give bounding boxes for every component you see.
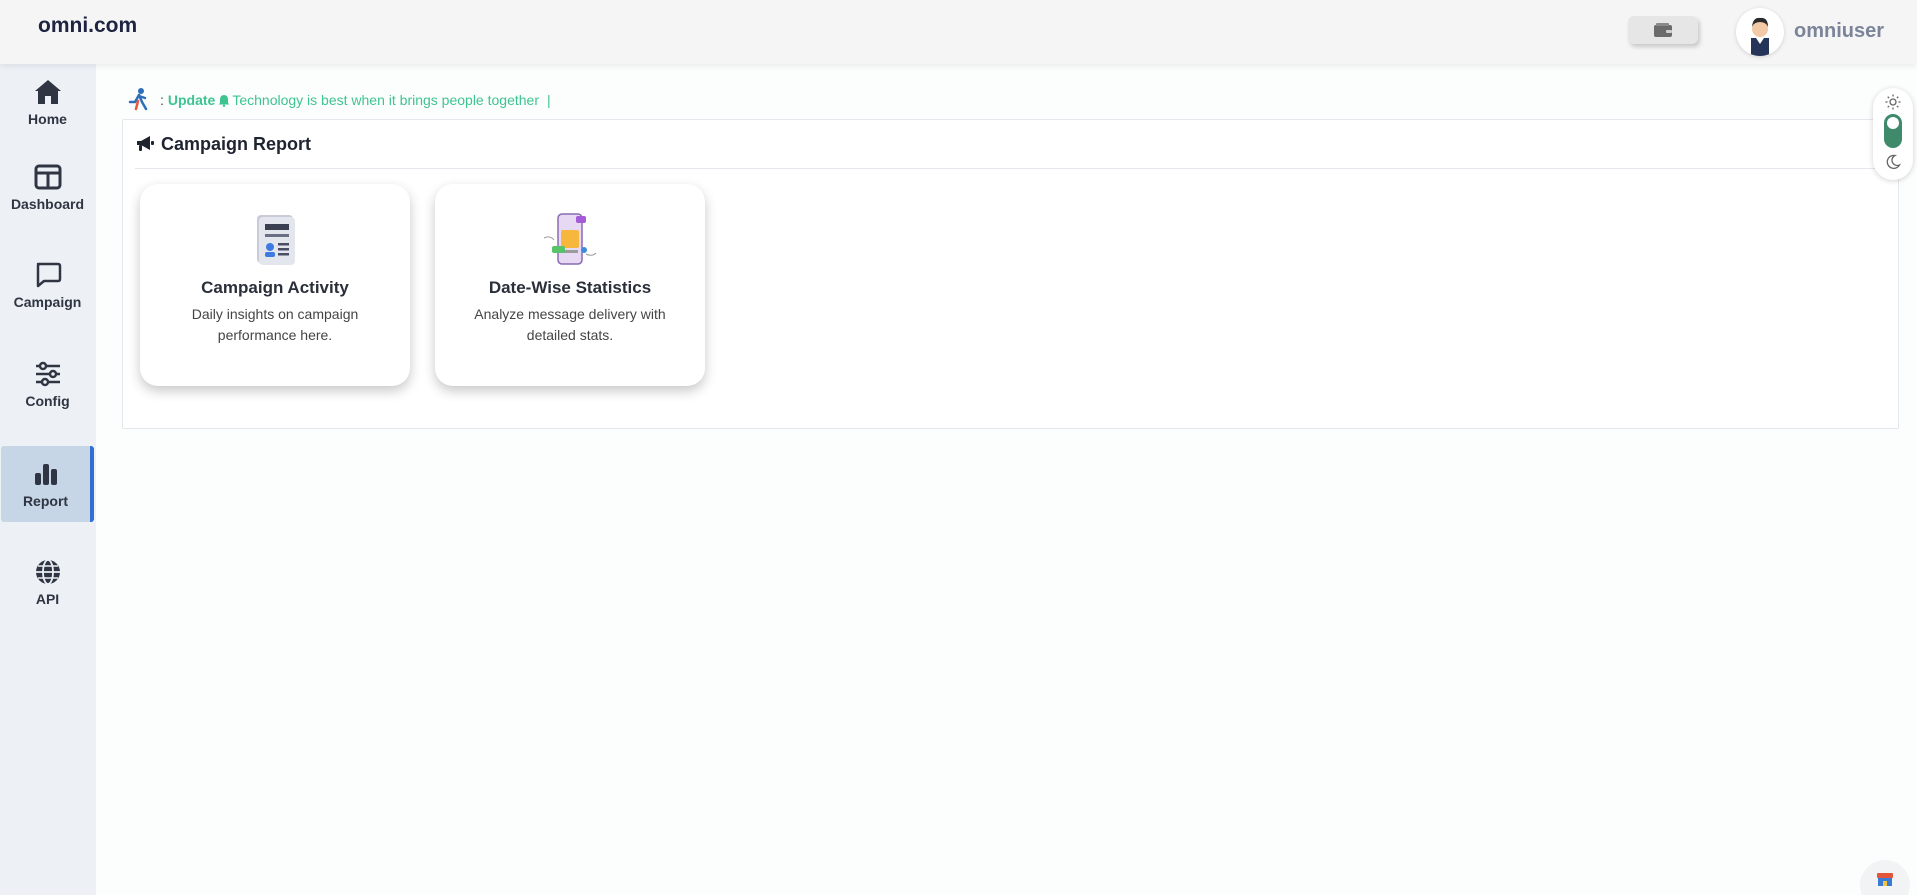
sliders-icon xyxy=(31,359,65,389)
running-person-icon xyxy=(126,87,152,113)
report-document-icon xyxy=(245,210,305,270)
sidebar-item-campaign[interactable]: Campaign xyxy=(1,247,94,323)
sidebar-item-api[interactable]: API xyxy=(1,544,94,620)
sidebar-item-home[interactable]: Home xyxy=(1,64,94,140)
theme-switch[interactable] xyxy=(1884,114,1902,148)
phone-statistics-icon xyxy=(540,210,600,270)
megaphone-icon xyxy=(135,135,155,153)
date-wise-statistics-card[interactable]: Date-Wise Statistics Analyze message del… xyxy=(435,184,705,386)
floating-store-button[interactable] xyxy=(1860,860,1910,895)
card-title: Campaign Activity xyxy=(201,278,349,297)
sun-icon xyxy=(1885,94,1901,110)
bar-chart-icon xyxy=(29,459,63,489)
theme-toggle[interactable] xyxy=(1873,88,1913,180)
avatar[interactable] xyxy=(1736,8,1784,56)
sidebar-item-report[interactable]: Report xyxy=(1,446,94,522)
moon-icon xyxy=(1885,154,1901,170)
home-icon xyxy=(31,77,65,107)
card-description: Daily insights on campaign performance h… xyxy=(191,306,359,343)
sidebar-item-label: Campaign xyxy=(13,294,82,310)
wallet-button[interactable] xyxy=(1628,16,1698,44)
brand-logo[interactable]: omni.com xyxy=(38,14,137,38)
chat-icon xyxy=(31,260,65,290)
sidebar-item-config[interactable]: Config xyxy=(1,346,94,422)
card-title: Date-Wise Statistics xyxy=(488,278,652,297)
card-description: Analyze message delivery with detailed s… xyxy=(474,306,666,343)
ticker-message: Technology is best when it brings people… xyxy=(232,92,539,108)
campaign-activity-card[interactable]: Campaign Activity Daily insights on camp… xyxy=(140,184,410,386)
store-icon xyxy=(1875,870,1895,888)
ticker-update-label: Update xyxy=(167,92,216,108)
ticker-prefix: : xyxy=(160,92,164,108)
sidebar-item-label: Dashboard xyxy=(10,196,85,212)
sidebar: Home Dashboard Campaign Config Report AP… xyxy=(0,64,96,895)
layout-icon xyxy=(31,162,65,192)
panel-header: Campaign Report xyxy=(135,120,1888,169)
sidebar-item-label: API xyxy=(35,591,60,607)
sidebar-item-label: Report xyxy=(22,493,69,509)
sidebar-item-label: Home xyxy=(28,111,67,127)
user-avatar-icon xyxy=(1751,17,1769,56)
page-title: Campaign Report xyxy=(161,133,312,154)
theme-switch-knob xyxy=(1887,117,1899,129)
campaign-report-panel: Campaign Report Campaign Activity Daily … xyxy=(122,119,1899,429)
sidebar-item-dashboard[interactable]: Dashboard xyxy=(1,149,94,225)
sidebar-item-label: Config xyxy=(25,393,70,409)
ticker-cursor: | xyxy=(546,92,551,108)
wallet-icon xyxy=(1654,23,1672,37)
bell-icon xyxy=(218,94,230,107)
top-header: omni.com omniuser xyxy=(0,0,1917,64)
announcement-ticker: : Update Technology is best when it brin… xyxy=(126,86,551,114)
username[interactable]: omniuser xyxy=(1794,20,1884,43)
globe-icon xyxy=(31,557,65,587)
